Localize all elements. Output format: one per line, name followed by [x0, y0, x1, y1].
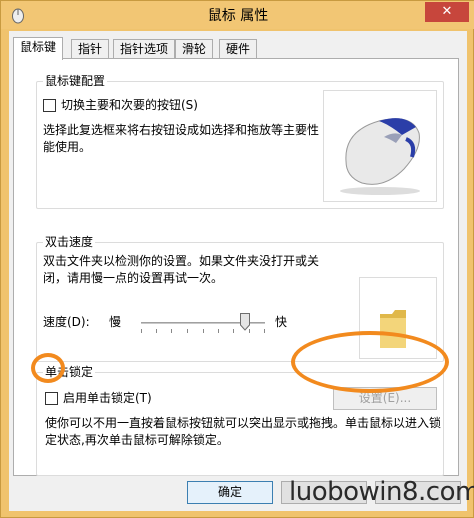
- window-title: 鼠标 属性: [207, 8, 269, 24]
- slider-tick: [203, 329, 204, 333]
- dialog-client: 鼠标键 指针 指针选项 滑轮 硬件 鼠标键配置 切换主要和次要的按钮(S) 选择…: [9, 31, 467, 511]
- speed-label: 速度(D):: [43, 315, 90, 329]
- click-lock-description: 使你可以不用一直按着鼠标按钮就可以突出显示或拖拽。单击鼠标以进入锁定状态,再次单…: [45, 416, 442, 447]
- tab-hardware[interactable]: 硬件: [219, 39, 258, 59]
- tab-wheel[interactable]: 滑轮: [175, 39, 214, 59]
- fast-label: 快: [275, 315, 288, 329]
- tab-panel: 鼠标键配置 切换主要和次要的按钮(S) 选择此复选框来将右按钮设成如选择和拖放等…: [13, 58, 459, 476]
- close-button[interactable]: ✕: [425, 2, 469, 22]
- title-bar[interactable]: 鼠标 属性 ✕: [1, 1, 474, 29]
- slider-tick: [264, 329, 265, 333]
- button-config-title: 鼠标键配置: [43, 74, 108, 88]
- highlight-checkbox-circle: [31, 353, 65, 383]
- enable-click-lock-label[interactable]: 启用单击锁定(T): [63, 390, 152, 406]
- highlight-settings-circle: [291, 331, 449, 393]
- double-click-description: 双击文件夹以检测你的设置。如果文件夹没打开或关闭，请用慢一点的设置再试一次。: [43, 254, 320, 285]
- tab-pointer-options[interactable]: 指针选项: [113, 39, 176, 59]
- slider-tick: [171, 329, 172, 333]
- watermark-text: luobowin8.com: [289, 477, 474, 507]
- slider-tick: [218, 329, 219, 333]
- enable-click-lock-checkbox[interactable]: [45, 392, 58, 405]
- button-config-description: 选择此复选框来将右按钮设成如选择和拖放等主要性能使用。: [43, 123, 320, 154]
- mouse-properties-window: 鼠标 属性 ✕ 鼠标键 指针 指针选项 滑轮 硬件 鼠标键配置 切换主要和次要的…: [0, 0, 474, 518]
- switch-buttons-label[interactable]: 切换主要和次要的按钮(S): [61, 97, 198, 113]
- slider-tick: [187, 329, 188, 333]
- tab-pointers[interactable]: 指针: [71, 39, 110, 59]
- slow-label: 慢: [109, 315, 122, 329]
- slider-tick: [156, 329, 157, 333]
- double-click-title: 双击速度: [43, 235, 96, 249]
- mouse-illustration: [323, 90, 437, 202]
- button-config-group: 鼠标键配置 切换主要和次要的按钮(S) 选择此复选框来将右按钮设成如选择和拖放等…: [36, 74, 444, 209]
- slider-tick: [141, 329, 142, 333]
- ok-button[interactable]: 确定: [187, 481, 273, 504]
- speed-slider-thumb[interactable]: [240, 313, 250, 331]
- switch-buttons-checkbox[interactable]: [43, 99, 56, 112]
- tab-mouse-buttons[interactable]: 鼠标键: [13, 37, 64, 60]
- mouse-image-icon: [340, 118, 420, 195]
- slider-tick: [233, 329, 234, 333]
